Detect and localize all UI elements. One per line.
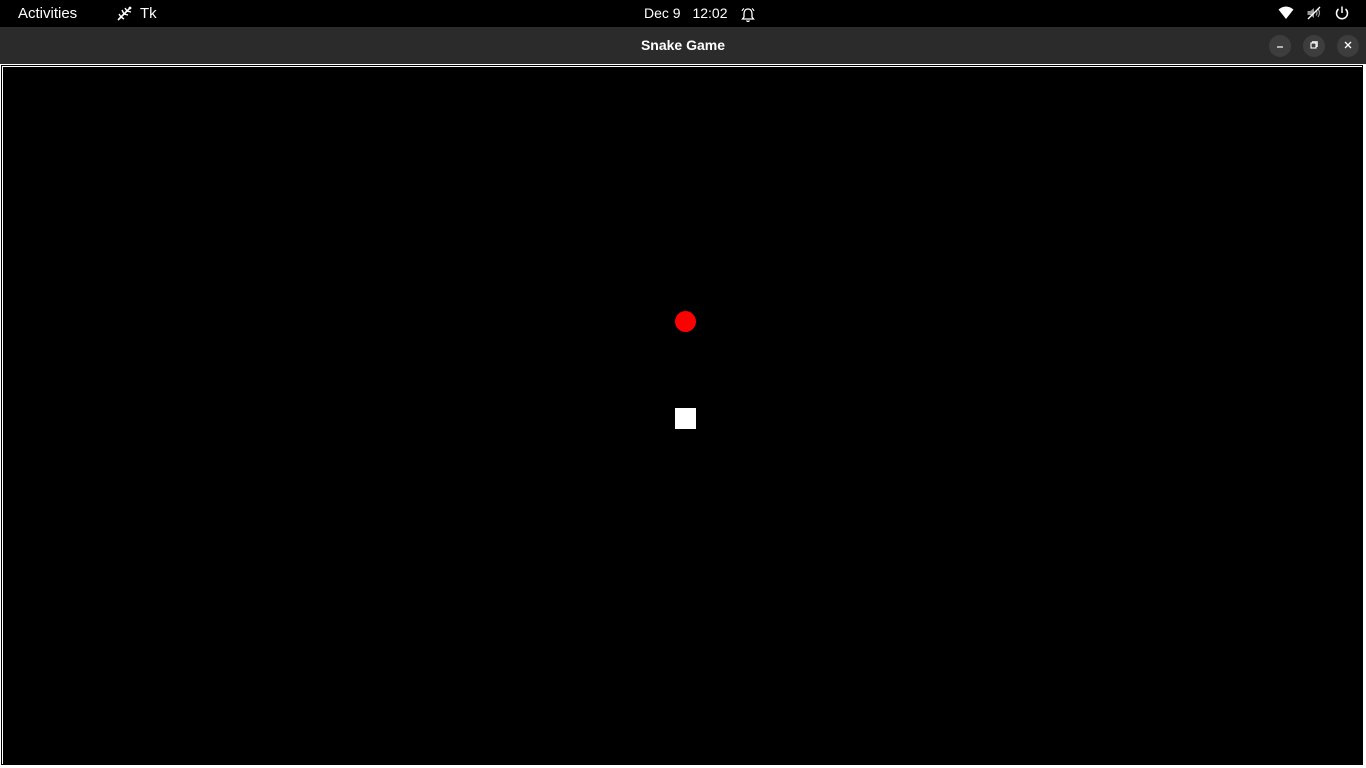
canvas-frame xyxy=(0,64,1366,768)
clock[interactable]: Dec 9 12:02 xyxy=(644,0,728,27)
clock-time: 12:02 xyxy=(692,5,728,21)
close-icon xyxy=(1343,37,1353,55)
minimize-icon xyxy=(1275,37,1285,55)
bell-icon[interactable] xyxy=(740,5,756,23)
tk-feather-icon xyxy=(116,5,134,23)
window-title: Snake Game xyxy=(640,37,726,53)
top-bar: Activities Tk Dec 9 12:02 xyxy=(0,0,1366,27)
app-name: Tk xyxy=(140,5,157,22)
food-apple xyxy=(675,311,696,332)
maximize-button[interactable] xyxy=(1303,35,1325,57)
game-canvas[interactable] xyxy=(3,67,1363,765)
system-tray[interactable] xyxy=(1278,5,1350,21)
app-menu[interactable]: Tk xyxy=(116,0,157,27)
minimize-button[interactable] xyxy=(1269,35,1291,57)
activities-button[interactable]: Activities xyxy=(18,0,77,27)
window-titlebar[interactable]: Snake Game xyxy=(0,27,1366,65)
volume-muted-icon xyxy=(1306,5,1322,21)
clock-date: Dec 9 xyxy=(644,5,681,21)
snake-head xyxy=(675,408,696,429)
power-icon xyxy=(1334,5,1350,21)
close-button[interactable] xyxy=(1337,35,1359,57)
restore-icon xyxy=(1309,37,1319,55)
wifi-icon xyxy=(1278,6,1294,20)
